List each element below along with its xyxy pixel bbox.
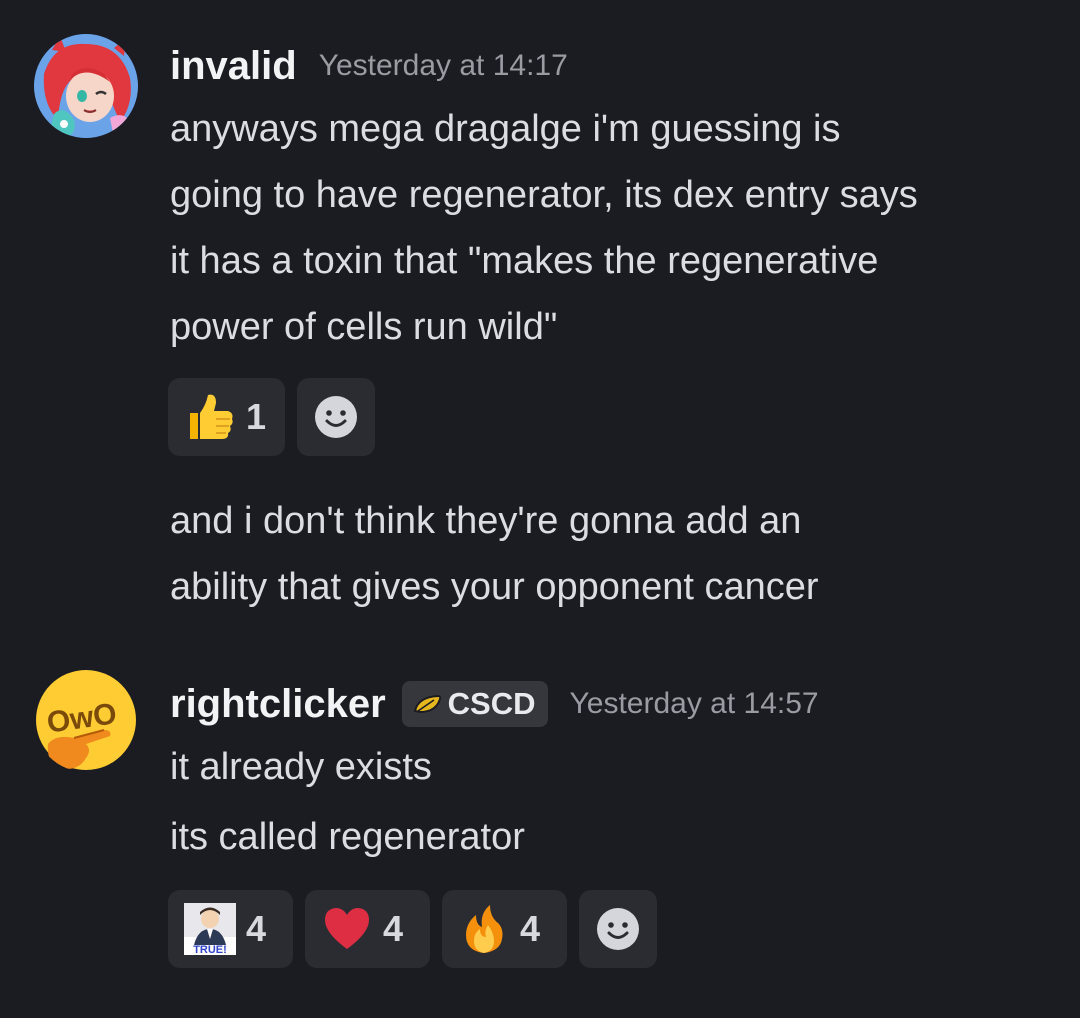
- username[interactable]: rightclicker: [170, 682, 386, 727]
- avatar[interactable]: OwO: [34, 668, 138, 772]
- reaction-bar: TRUE! 4 4 4: [168, 890, 657, 968]
- smiley-icon: [597, 908, 639, 950]
- message-line: anyways mega dragalge i'm guessing is: [170, 108, 841, 150]
- message-content-followup: and i don't think they're gonna add an a…: [170, 488, 1060, 620]
- server-tag-label: CSCD: [447, 686, 536, 721]
- red-heart-icon: [325, 908, 369, 949]
- reaction-count: 1: [246, 396, 267, 437]
- smiley-icon: [315, 396, 357, 438]
- leaf-icon: [413, 694, 441, 714]
- message-line: it has a toxin that "makes the regenerat…: [170, 240, 879, 282]
- thumbs-up-icon: [190, 394, 233, 439]
- message-content: it already exists its called regenerator: [170, 734, 1060, 870]
- reaction-true-custom[interactable]: TRUE! 4: [168, 890, 293, 968]
- reaction-bar: 1: [168, 378, 375, 456]
- fire-icon: [466, 905, 503, 953]
- add-reaction-button[interactable]: [297, 378, 375, 456]
- message-line: going to have regenerator, its dex entry…: [170, 174, 918, 216]
- username[interactable]: invalid: [170, 44, 297, 89]
- server-tag-badge[interactable]: CSCD: [401, 681, 548, 727]
- message-line: ability that gives your opponent cancer: [170, 566, 819, 608]
- message-header: invalid Yesterday at 14:17: [170, 38, 568, 94]
- reaction-fire[interactable]: 4: [442, 890, 567, 968]
- true-custom-emoji-icon: TRUE!: [184, 903, 236, 955]
- message-content: anyways mega dragalge i'm guessing is go…: [170, 96, 1060, 360]
- message-header: rightclicker CSCD Yesterday at 14:57: [170, 676, 819, 732]
- avatar[interactable]: [34, 34, 138, 138]
- message-line: power of cells run wild": [170, 306, 558, 348]
- message-line: and i don't think they're gonna add an: [170, 500, 802, 542]
- reaction-count: 4: [383, 908, 404, 949]
- message-line: it already exists: [170, 746, 432, 788]
- message-timestamp[interactable]: Yesterday at 14:17: [319, 49, 568, 83]
- reaction-red-heart[interactable]: 4: [305, 890, 430, 968]
- anime-girl-avatar-icon: [34, 34, 138, 138]
- owo-emoji-avatar-icon: OwO: [36, 670, 136, 770]
- reaction-thumbs-up[interactable]: 1: [168, 378, 285, 456]
- message-line: its called regenerator: [170, 816, 525, 858]
- add-reaction-button[interactable]: [579, 890, 657, 968]
- reaction-count: 4: [520, 908, 541, 949]
- message-timestamp[interactable]: Yesterday at 14:57: [570, 687, 819, 721]
- reaction-count: 4: [246, 908, 267, 949]
- true-emoji-text: TRUE!: [193, 944, 227, 955]
